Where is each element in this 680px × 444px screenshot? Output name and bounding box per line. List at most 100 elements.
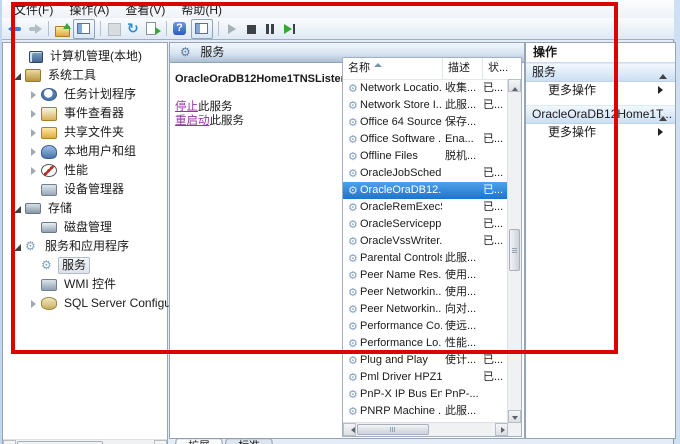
service-description: 性能... [445, 335, 482, 352]
tree-item-performance[interactable]: 性能 [3, 161, 167, 180]
collapse-icon[interactable] [659, 112, 667, 121]
restart-service-link[interactable]: 重启动 [175, 115, 210, 127]
tree-item-disk-management[interactable]: 磁盘管理 [3, 218, 167, 237]
service-name: OracleVssWriter... [360, 233, 442, 250]
service-row[interactable]: Performance Co...使远... [343, 318, 508, 335]
service-row[interactable]: Plug and Play使计...已... [343, 352, 508, 369]
tree-item-services-gear[interactable]: 服务 [3, 256, 167, 275]
service-row[interactable]: OracleServicepp...已... [343, 216, 508, 233]
collapse-arrow-icon[interactable] [13, 204, 23, 214]
column-header-description[interactable]: 描述 [443, 58, 483, 79]
service-row[interactable]: Parental Controls此服... [343, 250, 508, 267]
help-icon[interactable] [172, 21, 189, 37]
expand-arrow-icon[interactable] [29, 166, 39, 176]
section-gap [526, 141, 675, 147]
tree-item-event-viewer[interactable]: 事件查看器 [3, 104, 167, 123]
tab-standard[interactable]: 标准 [224, 438, 274, 444]
column-header-name[interactable]: 名称 [343, 58, 443, 79]
service-rows: Network Locatio...收集...已...Network Store… [343, 80, 508, 423]
tree-horizontal-scrollbar[interactable] [3, 439, 167, 444]
service-row[interactable]: Peer Name Res...使用... [343, 267, 508, 284]
scrollbar-thumb[interactable] [509, 229, 520, 271]
service-status: 已... [483, 352, 508, 369]
tools-icon [25, 69, 41, 82]
scroll-up-button[interactable] [508, 79, 521, 92]
list-horizontal-scrollbar[interactable] [343, 422, 508, 436]
more-actions-item-1[interactable]: 更多操作 [526, 124, 675, 141]
service-row[interactable]: PnP-X IP Bus En...PnP-... [343, 386, 508, 403]
tree-item-storage[interactable]: 存储 [3, 199, 167, 218]
service-name: Office 64 Source... [360, 114, 442, 131]
expand-arrow-icon[interactable] [29, 147, 39, 157]
service-row[interactable]: Network Store I...此服...已... [343, 97, 508, 114]
expand-arrow-icon[interactable] [29, 128, 39, 138]
menu-item-3[interactable]: 帮助(H) [173, 0, 230, 19]
collapse-arrow-icon[interactable] [13, 242, 23, 252]
tree-item-tools[interactable]: 系统工具 [3, 66, 167, 85]
expand-arrow-icon[interactable] [29, 299, 39, 309]
up-folder-icon[interactable] [54, 21, 71, 37]
toolbar-separator [166, 21, 167, 36]
service-row[interactable]: OracleOraDB12...已... [343, 182, 508, 199]
tree-item-users[interactable]: 本地用户和组 [3, 142, 167, 161]
service-row[interactable]: Office Software ...Ena...已... [343, 131, 508, 148]
services-list: 名称 描述 状... Network Locatio...收集...已...Ne… [342, 57, 522, 437]
list-vertical-scrollbar[interactable] [507, 79, 521, 423]
service-row[interactable]: Peer Networkin...向对... [343, 301, 508, 318]
service-description: 使用... [445, 267, 482, 284]
service-row[interactable]: Pml Driver HPZ12已... [343, 369, 508, 386]
collapse-arrow-icon[interactable] [13, 71, 23, 81]
action-section-header-0[interactable]: 服务 [526, 63, 675, 82]
service-row[interactable]: Network Locatio...收集...已... [343, 80, 508, 97]
tree-item-sql-server[interactable]: SQL Server Configura [3, 294, 167, 313]
expand-arrow-icon[interactable] [29, 109, 39, 119]
scroll-left-button[interactable] [3, 440, 16, 444]
tree-item-device-manager[interactable]: 设备管理器 [3, 180, 167, 199]
step-icon[interactable] [281, 21, 298, 37]
export-list-icon[interactable] [144, 21, 161, 37]
menu-item-2[interactable]: 查看(V) [117, 0, 173, 19]
console-tree-toggle-icon[interactable] [73, 19, 95, 39]
stop-service-link[interactable]: 停止 [175, 101, 198, 113]
action-section-header-1[interactable]: OracleOraDB12Home1T... [526, 105, 675, 124]
tree-item-label: 磁盘管理 [61, 218, 115, 237]
tree-item-scheduler[interactable]: 任务计划程序 [3, 85, 167, 104]
tab-extended[interactable]: 扩展 [174, 438, 224, 444]
services-gear-icon [41, 256, 55, 275]
service-row[interactable]: OracleJobSched...已... [343, 165, 508, 182]
tree-item-shared-folders[interactable]: 共享文件夹 [3, 123, 167, 142]
scroll-right-button[interactable] [495, 423, 508, 436]
scroll-down-button[interactable] [508, 410, 521, 423]
service-row[interactable]: PNRP Machine ...此服... [343, 403, 508, 420]
service-row[interactable]: OracleRemExecS...已... [343, 199, 508, 216]
services-apps-icon [25, 237, 39, 256]
expand-arrow-icon[interactable] [29, 90, 39, 100]
service-row[interactable]: Peer Networkin...使用... [343, 284, 508, 301]
shared-folders-icon [41, 127, 57, 139]
service-name: Network Store I... [360, 97, 442, 114]
collapse-icon[interactable] [659, 70, 667, 79]
stop-icon[interactable] [243, 21, 260, 37]
menu-item-0[interactable]: 文件(F) [6, 0, 61, 19]
list-column-headers: 名称 描述 状... [343, 58, 521, 80]
tree-item-computer[interactable]: 计算机管理(本地) [3, 47, 167, 66]
service-row[interactable]: Office 64 Source...保存... [343, 114, 508, 131]
action-pane-toggle-icon[interactable] [191, 19, 213, 39]
menu-item-1[interactable]: 操作(A) [61, 0, 117, 19]
refresh-icon[interactable] [125, 21, 142, 37]
service-row[interactable]: Performance Lo...性能... [343, 335, 508, 352]
back-icon[interactable] [7, 21, 24, 37]
pause-icon[interactable] [262, 21, 279, 37]
service-description: 保存... [445, 114, 482, 131]
service-row[interactable]: Offline Files脱机... [343, 148, 508, 165]
column-header-status[interactable]: 状... [483, 58, 522, 79]
more-actions-item-0[interactable]: 更多操作 [526, 82, 675, 99]
scroll-right-button[interactable] [154, 440, 167, 444]
service-name: OracleRemExecS... [360, 199, 442, 216]
tree-item-services-apps[interactable]: 服务和应用程序 [3, 237, 167, 256]
service-row[interactable]: OracleVssWriter...已... [343, 233, 508, 250]
tree-item-wmi[interactable]: WMI 控件 [3, 275, 167, 294]
column-header-description-label: 描述 [448, 62, 470, 74]
scroll-left-button[interactable] [343, 423, 356, 436]
scrollbar-thumb[interactable] [357, 424, 429, 435]
